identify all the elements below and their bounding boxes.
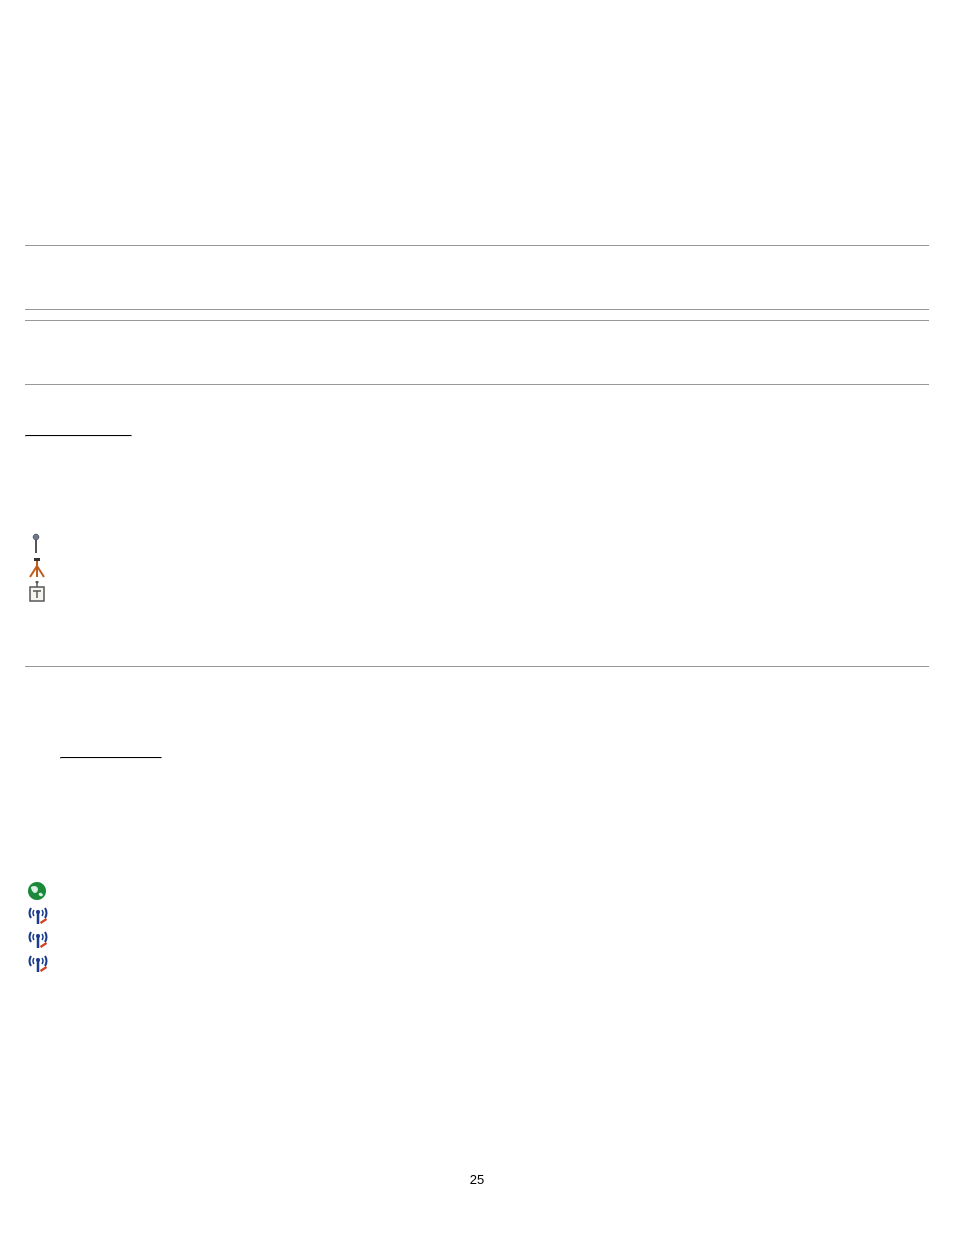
pin-icon bbox=[27, 533, 45, 555]
icon-row-globe bbox=[25, 879, 929, 903]
icon-row-antenna-3 bbox=[25, 951, 929, 975]
antenna-icon bbox=[27, 928, 49, 950]
icon-row-box bbox=[25, 580, 929, 604]
document-page: 25 bbox=[0, 0, 954, 1235]
antenna-icon bbox=[27, 904, 49, 926]
icon-row-antenna-1 bbox=[25, 903, 929, 927]
tripod-icon bbox=[27, 557, 47, 579]
page-number: 25 bbox=[0, 1172, 954, 1187]
antenna-icon bbox=[27, 952, 49, 974]
icon-row-tripod bbox=[25, 556, 929, 580]
box-t-icon bbox=[27, 581, 47, 603]
globe-icon bbox=[27, 881, 47, 901]
icon-row-antenna-2 bbox=[25, 927, 929, 951]
icon-row-pin bbox=[25, 532, 929, 556]
